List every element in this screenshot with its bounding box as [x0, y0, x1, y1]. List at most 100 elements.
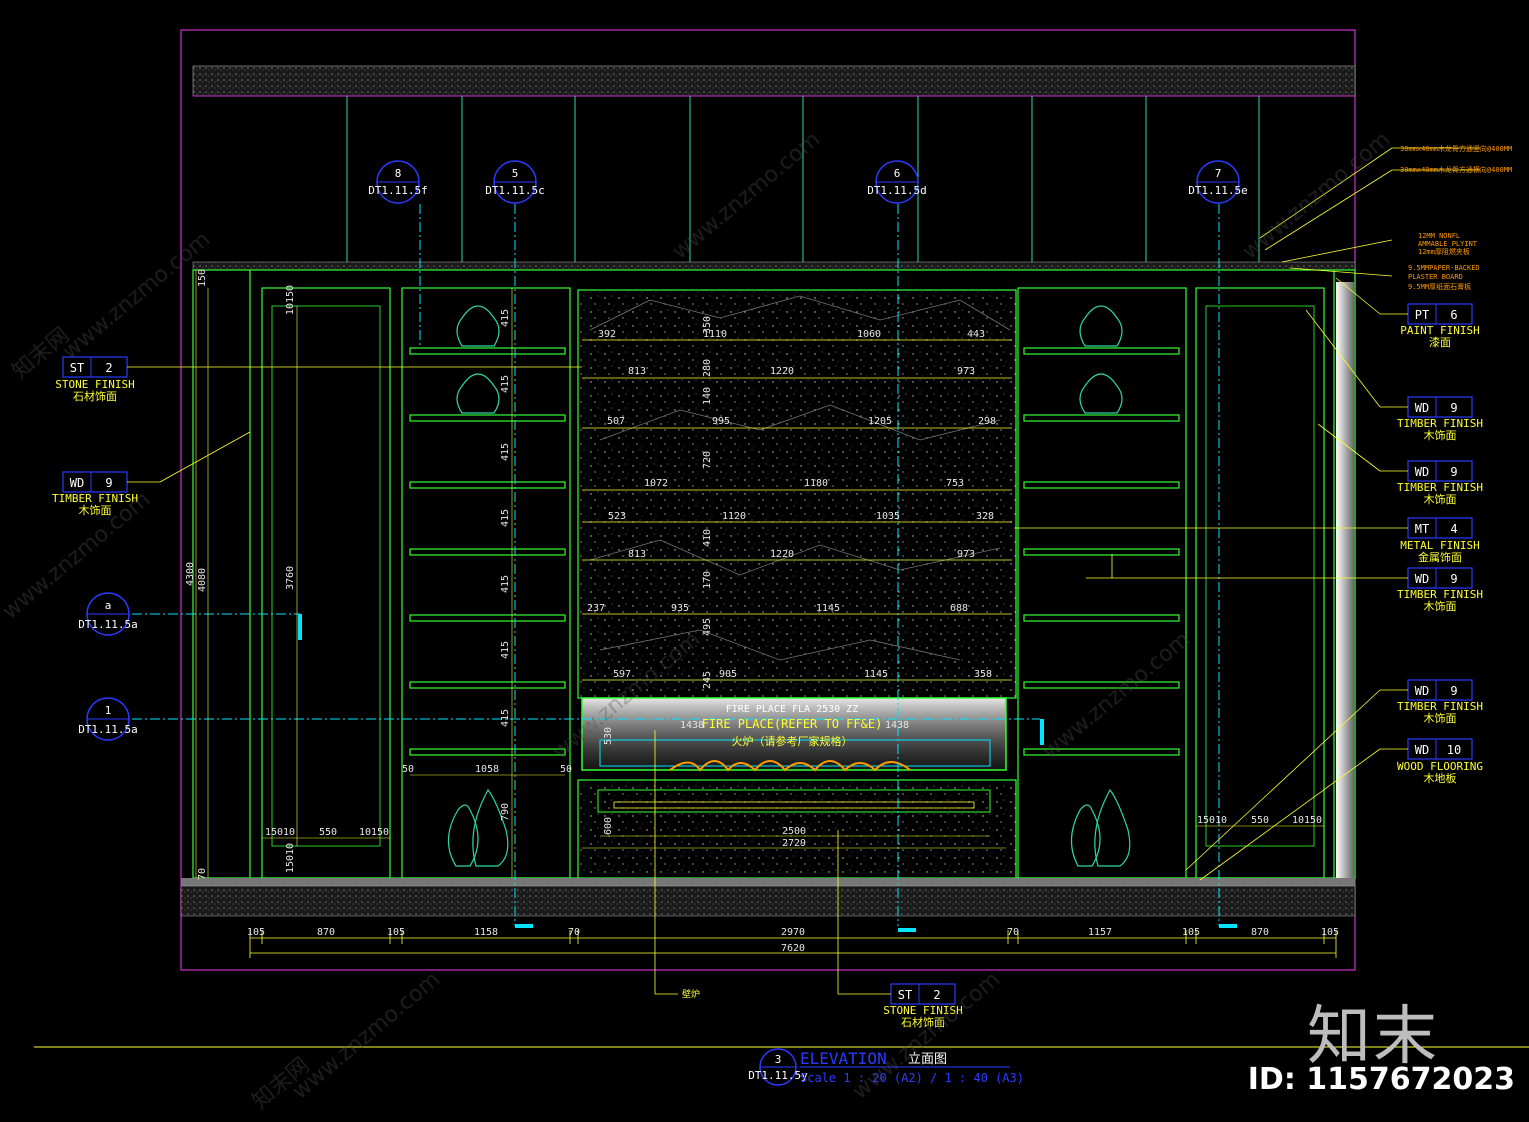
dim-text: 15010: [1197, 815, 1227, 826]
dim-text: 1145: [816, 603, 840, 614]
tag-code: WD: [1415, 684, 1429, 698]
dim-text: 50: [402, 764, 414, 775]
dim-text: 1145: [864, 669, 888, 680]
dim-text: 105: [387, 927, 405, 938]
tag-number: 4: [1450, 522, 1457, 536]
dim-text: 870: [1251, 927, 1269, 938]
floor-slab: [180, 878, 1356, 917]
dim-text: 415: [500, 709, 511, 727]
dim-text: 392: [598, 329, 616, 340]
tag-number: 9: [1450, 401, 1457, 415]
tag-number: 9: [1450, 465, 1457, 479]
side-marker-number: 1: [105, 704, 112, 717]
image-id: ID: 1157672023: [1247, 1062, 1515, 1097]
tag-name-cn: 木饰面: [1424, 599, 1457, 613]
dim-text: 140: [702, 387, 713, 405]
section-marker-ref: DT1.11.5e: [1188, 184, 1248, 197]
tag-number: 9: [1450, 684, 1457, 698]
dim-text: 415: [500, 443, 511, 461]
dim-text: 1035: [876, 511, 900, 522]
dim-text: 443: [967, 329, 985, 340]
dim-text: 688: [950, 603, 968, 614]
dim-text: 237: [587, 603, 605, 614]
section-marker-ref: DT1.11.5d: [867, 184, 927, 197]
dim-text: 753: [946, 478, 964, 489]
note-plywood-cn: 12mm厚阻燃夹板: [1418, 247, 1470, 256]
dim-text: 15010: [265, 827, 295, 838]
section-marker-ref: DT1.11.5f: [368, 184, 428, 197]
dim-text: 15010: [285, 843, 296, 873]
section-marker-ref: DT1.11.5c: [485, 184, 545, 197]
dim-text: 170: [702, 571, 713, 589]
dim-text: 415: [500, 509, 511, 527]
title-scale: Scale 1 : 20 (A2) / 1 : 40 (A3): [800, 1071, 1024, 1085]
title-number: 3: [775, 1053, 782, 1066]
tag-code: MT: [1415, 522, 1429, 536]
dim-text: 495: [702, 618, 713, 636]
side-marker-1: 1 DT1.11.5a: [78, 697, 138, 741]
dim-text: 298: [978, 416, 996, 427]
tag-code: ST: [898, 988, 912, 1002]
dim-text: 10150: [359, 827, 389, 838]
dim-text: 550: [1251, 815, 1269, 826]
tag-number: 6: [1450, 308, 1457, 322]
ceiling-slab: [192, 65, 1356, 97]
fireplace-model: FIRE PLACE FLA 2530 ZZ: [726, 704, 858, 715]
side-marker-number: a: [105, 599, 112, 612]
tag-code: WD: [1415, 401, 1429, 415]
dim-text: 813: [628, 366, 646, 377]
dim-text: 10150: [1292, 815, 1322, 826]
dim-text: 995: [712, 416, 730, 427]
dim-text: 507: [607, 416, 625, 427]
side-marker-a: a DT1.11.5a: [78, 592, 138, 636]
dim-text: 1072: [644, 478, 668, 489]
fireplace-ref: FIRE PLACE(REFER TO FF&E): [702, 717, 883, 731]
dim-text: 813: [628, 549, 646, 560]
tag-code: WD: [1415, 465, 1429, 479]
dim-text: 245: [702, 671, 713, 689]
note-plywood-en1: 12MM NONFL: [1418, 232, 1460, 240]
section-marker-5: 5 DT1.11.5c: [485, 160, 545, 204]
dim-text: 973: [957, 366, 975, 377]
bottom-dimension-chain: 105 870 105 1158 70 2970 70 1157 105 870…: [247, 927, 1339, 958]
dim-text: 70: [197, 868, 208, 880]
tag-code: WD: [70, 476, 84, 490]
note-plaster-en1: 9.5MMPAPER-BACKED: [1408, 264, 1480, 272]
dim-text: 1158: [474, 927, 498, 938]
ceiling-studs: [346, 96, 1260, 262]
dim-text: 1058: [475, 764, 499, 775]
dim-text: 935: [671, 603, 689, 614]
dim-text: 70: [1007, 927, 1019, 938]
section-marker-number: 5: [512, 167, 519, 180]
dim-text: 550: [319, 827, 337, 838]
tag-name-cn: 石材饰面: [73, 389, 117, 403]
section-marker-8: 8 DT1.11.5f: [368, 160, 428, 204]
dim-text: 150: [197, 269, 208, 287]
finish-tag-metal: MT 4 METAL FINISH 金属饰面: [1016, 517, 1480, 564]
tag-code: PT: [1415, 308, 1429, 322]
watermark-text: www.znzmo.com: [288, 967, 445, 1105]
dim-text: 720: [702, 451, 713, 469]
note-plaster-cn: 9.5MM厚纸面石膏板: [1408, 282, 1471, 291]
dim-text: 790: [500, 803, 511, 821]
watermark-text: www.znzmo.com: [1038, 627, 1195, 765]
dim-text: 1220: [770, 366, 794, 377]
section-marker-7: 7 DT1.11.5e: [1188, 160, 1248, 204]
dim-text: 415: [500, 375, 511, 393]
tag-name-cn: 漆面: [1429, 336, 1451, 349]
fireplace-ref-cn: 火炉（请参考厂家规格）: [732, 734, 853, 748]
tag-name-cn: 木饰面: [1424, 492, 1457, 506]
dim-text: 600: [603, 817, 614, 835]
tag-number: 10: [1447, 743, 1461, 757]
dim-text: 2729: [782, 838, 806, 849]
tag-number: 2: [933, 988, 940, 1002]
dim-text: 3760: [285, 566, 296, 590]
dim-text: 105: [1321, 927, 1339, 938]
tag-name-cn: 金属饰面: [1418, 550, 1462, 564]
note-plywood-en2: AMMABLE PLYINT: [1418, 240, 1478, 248]
dim-text: 2500: [782, 826, 806, 837]
tag-code: WD: [1415, 572, 1429, 586]
dim-text: 105: [247, 927, 265, 938]
dim-text: 415: [500, 575, 511, 593]
dim-text: 50: [560, 764, 572, 775]
